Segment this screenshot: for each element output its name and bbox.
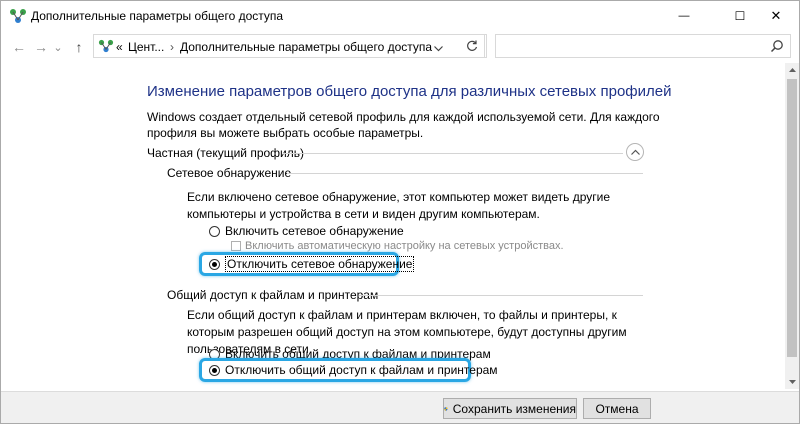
- radio-circle-selected[interactable]: [209, 258, 220, 270]
- radio-disable-sharing[interactable]: Отключить общий доступ к файлам и принте…: [209, 362, 498, 378]
- breadcrumb-current[interactable]: Дополнительные параметры общего доступа: [180, 40, 432, 54]
- maximize-icon: ☐: [734, 9, 746, 23]
- scroll-thumb[interactable]: [787, 79, 797, 357]
- network-discovery-description: Если включено сетевое обнаружение, этот …: [187, 190, 611, 221]
- network-discovery-label: Сетевое обнаружение: [167, 166, 292, 180]
- save-changes-button[interactable]: Сохранить изменения: [443, 398, 577, 419]
- checkbox-box: [231, 241, 241, 251]
- radio-label: Включить сетевое обнаружение: [225, 224, 404, 238]
- forward-button[interactable]: →: [31, 37, 51, 57]
- close-button[interactable]: ✕: [753, 1, 799, 31]
- radio-dot: [212, 261, 217, 267]
- minimize-button[interactable]: —: [661, 1, 707, 31]
- profile-label: Частная (текущий профиль): [147, 146, 305, 160]
- radio-circle-selected[interactable]: [209, 364, 220, 376]
- page-description: Windows создает отдельный сетевой профил…: [147, 110, 660, 140]
- breadcrumb-overflow[interactable]: «: [116, 40, 123, 54]
- up-button[interactable]: ↑: [69, 37, 89, 57]
- cancel-button-label: Отмена: [595, 401, 639, 416]
- radio-dot: [212, 367, 217, 373]
- recent-locations-button[interactable]: ⌄: [51, 37, 65, 57]
- title-bar: Дополнительные параметры общего доступа …: [1, 1, 799, 31]
- forward-arrow-icon: →: [34, 39, 48, 55]
- address-dropdown-button[interactable]: [430, 41, 446, 57]
- radio-disable-discovery[interactable]: Отключить сетевое обнаружение: [209, 256, 415, 272]
- scroll-up-button[interactable]: [785, 63, 799, 77]
- chevron-down-icon: ⌄: [53, 41, 63, 54]
- cancel-button[interactable]: Отмена: [583, 398, 651, 419]
- collapse-profile-button[interactable]: [626, 143, 644, 161]
- close-icon: ✕: [770, 8, 782, 23]
- back-button[interactable]: ←: [9, 37, 29, 57]
- section-divider: [287, 173, 643, 174]
- scroll-down-button[interactable]: [785, 375, 799, 389]
- window-title: Дополнительные параметры общего доступа: [31, 9, 284, 23]
- dialog-footer: Сохранить изменения Отмена: [1, 391, 799, 423]
- radio-enable-discovery[interactable]: Включить сетевое обнаружение: [209, 223, 404, 239]
- chevron-up-icon: [630, 149, 640, 155]
- address-bar[interactable]: « Цент... › Дополнительные параметры общ…: [93, 34, 487, 58]
- page-title: Изменение параметров общего доступа для …: [147, 83, 672, 100]
- section-divider: [359, 295, 643, 296]
- network-icon: [98, 39, 114, 53]
- breadcrumb-separator: ›: [170, 40, 174, 54]
- radio-label: Отключить сетевое обнаружение: [225, 256, 415, 272]
- search-icon: [770, 40, 783, 53]
- caret-up-icon: [788, 68, 796, 72]
- chevron-down-icon: [433, 46, 443, 52]
- radio-circle[interactable]: [209, 225, 220, 237]
- profile-divider: [283, 153, 623, 154]
- refresh-button[interactable]: [459, 34, 485, 58]
- checkbox-label: Включить автоматическую настройку на сет…: [245, 240, 564, 252]
- minimize-icon: —: [678, 10, 690, 22]
- uac-shield-icon: [444, 406, 448, 411]
- sharing-settings-window: Дополнительные параметры общего доступа …: [0, 0, 800, 424]
- refresh-icon: [466, 40, 477, 51]
- up-arrow-icon: ↑: [75, 39, 83, 55]
- vertical-scrollbar[interactable]: [785, 63, 799, 389]
- search-input[interactable]: [495, 34, 791, 58]
- save-button-label: Сохранить изменения: [452, 401, 576, 416]
- network-icon: [10, 9, 26, 23]
- back-arrow-icon: ←: [12, 39, 26, 55]
- settings-content: Изменение параметров общего доступа для …: [1, 63, 799, 391]
- checkbox-auto-setup: Включить автоматическую настройку на сет…: [231, 239, 564, 253]
- file-sharing-label: Общий доступ к файлам и принтерам: [167, 288, 379, 302]
- caret-down-icon: [788, 380, 796, 384]
- breadcrumb-control-panel[interactable]: Цент...: [128, 40, 164, 54]
- navigation-bar: ← → ⌄ ↑ « Цент... › Дополнительные парам…: [1, 31, 799, 63]
- radio-label: Отключить общий доступ к файлам и принте…: [225, 363, 498, 377]
